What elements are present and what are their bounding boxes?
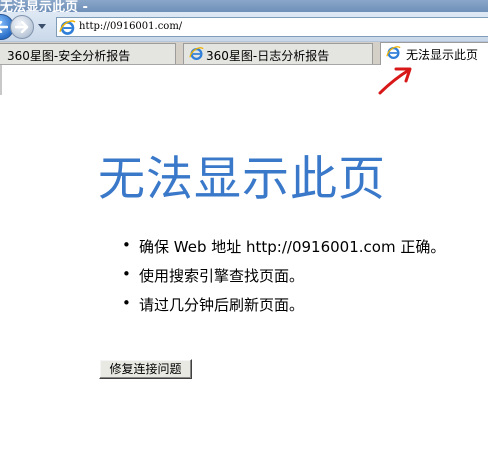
tab-label: 无法显示此页 — [406, 48, 479, 62]
forward-arrow-icon — [15, 21, 29, 33]
suggestion-text: 请过几分钟后刷新页面。 — [139, 296, 305, 314]
tab-log-report[interactable]: 360星图-日志分析报告 — [183, 43, 373, 64]
repair-connection-button[interactable]: 修复连接问题 — [99, 359, 192, 379]
suggestion-text: 使用搜索引擎查找页面。 — [139, 267, 305, 285]
ie-icon — [59, 20, 76, 35]
back-arrow-icon — [0, 21, 8, 33]
left-frame-edge — [0, 65, 2, 95]
tab-label: 360星图-安全分析报告 — [7, 49, 131, 63]
chevron-down-icon[interactable] — [37, 23, 47, 31]
window-title: 无法显示此页 - — [0, 0, 88, 12]
suggestion-text: 确保 Web 地址 http://0916001.com 正确。 — [139, 238, 446, 256]
bullet: • — [122, 265, 131, 283]
red-arrow-annotation — [378, 67, 412, 95]
tab-security-report[interactable]: 360星图-安全分析报告 — [0, 43, 176, 64]
bullet: • — [122, 294, 131, 312]
ie-icon — [386, 46, 401, 59]
forward-button[interactable] — [10, 15, 34, 39]
ie-icon — [189, 47, 204, 60]
tab-label: 360星图-日志分析报告 — [206, 49, 330, 63]
address-row: http://0916001.com/ — [0, 12, 488, 42]
bullet: • — [122, 236, 131, 254]
title-bar: 无法显示此页 - — [0, 0, 488, 12]
page-heading: 无法显示此页 — [98, 152, 386, 207]
address-bar[interactable]: http://0916001.com/ — [56, 17, 488, 37]
url-text[interactable]: http://0916001.com/ — [79, 21, 182, 32]
